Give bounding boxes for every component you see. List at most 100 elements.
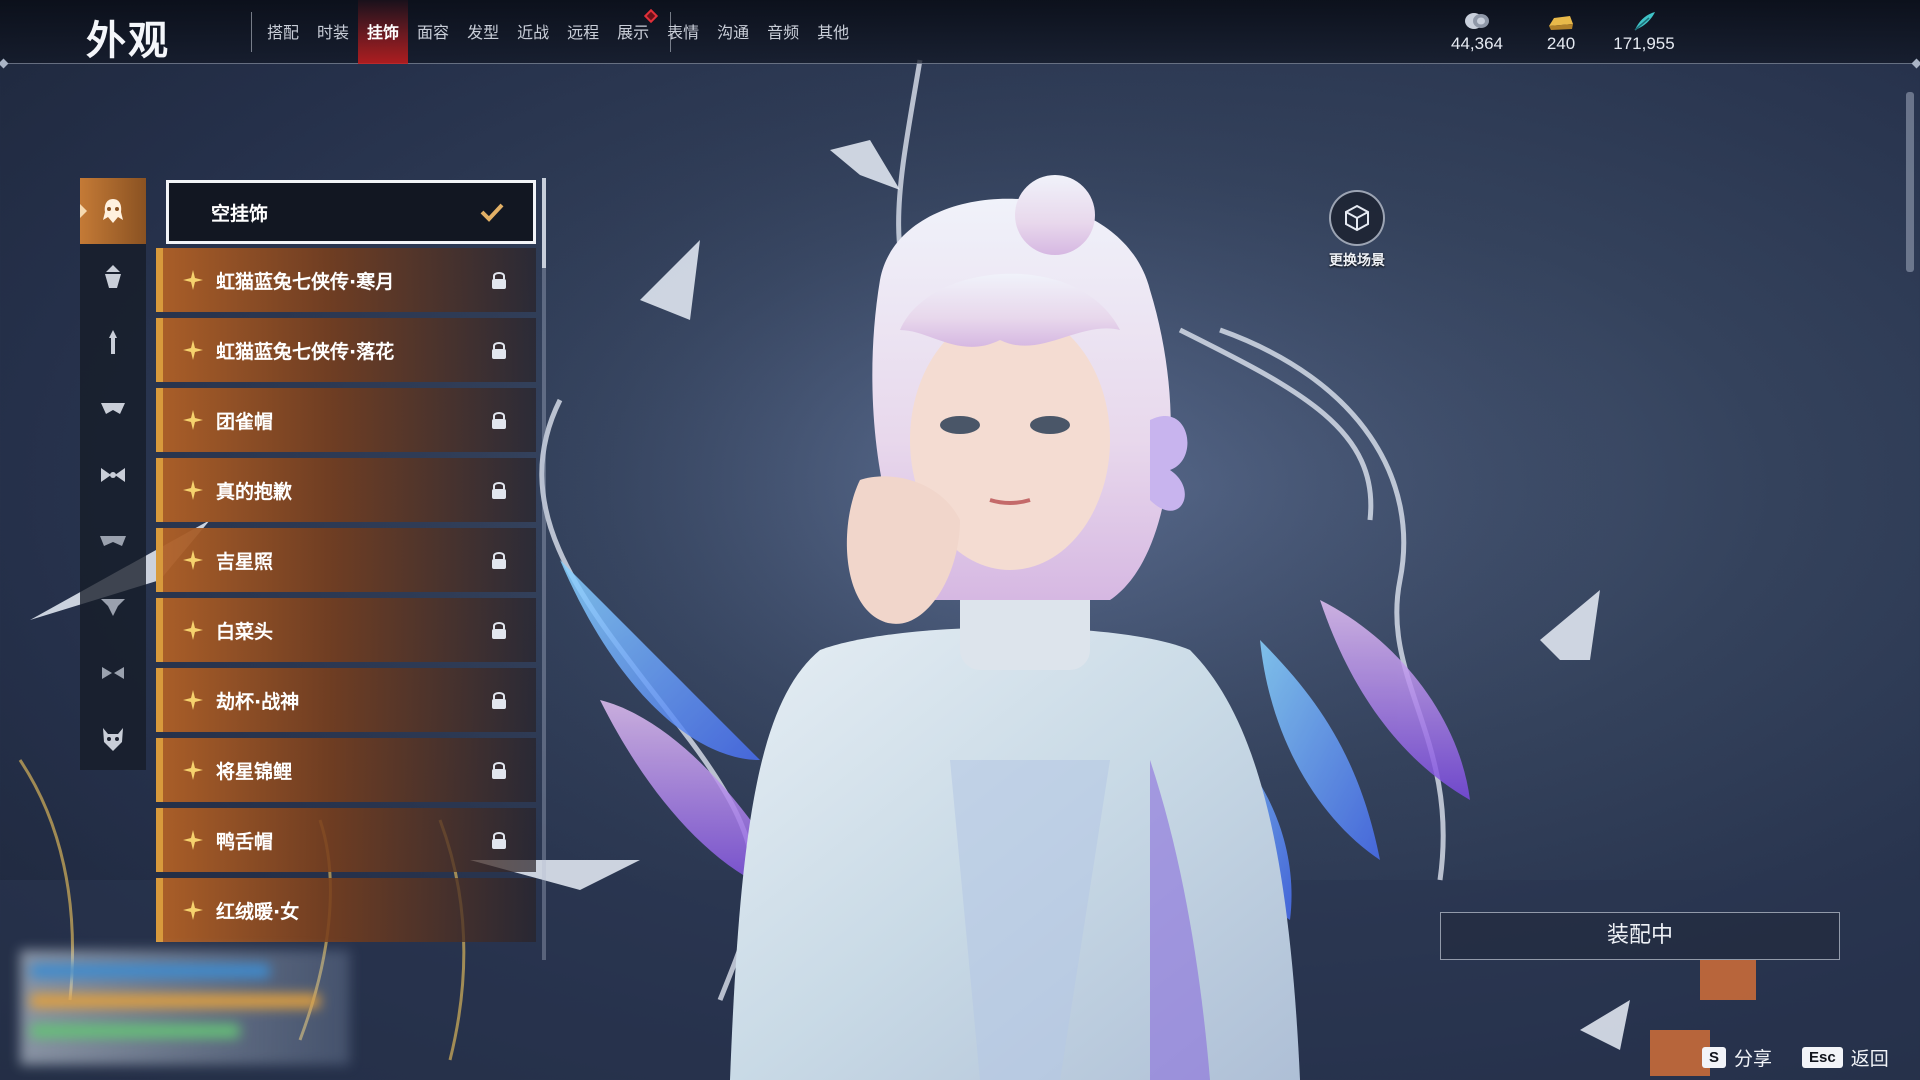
list-item[interactable]: 虹猫蓝兔七侠传·落花 <box>156 318 536 382</box>
category-rail <box>80 178 146 770</box>
category-demon[interactable] <box>80 706 146 772</box>
lock-icon <box>492 762 506 779</box>
page-title: 外观 <box>86 18 170 64</box>
lock-icon <box>492 482 506 499</box>
hairpin-icon <box>109 330 117 354</box>
equip-status-button[interactable]: 装配中 <box>1440 912 1840 960</box>
change-scene-button[interactable]: 更换场景 <box>1320 190 1394 270</box>
item-label: 红绒暖·女 <box>216 900 300 923</box>
new-badge-icon <box>644 8 659 24</box>
sparkle-icon <box>183 830 203 850</box>
category-mask[interactable] <box>80 178 146 244</box>
sparkle-icon <box>183 340 203 360</box>
lock-icon <box>492 412 506 429</box>
tab-dapei[interactable]: 搭配 <box>258 0 308 64</box>
category-face[interactable] <box>80 376 146 442</box>
chat-line <box>30 964 270 978</box>
tab-yuancheng[interactable]: 远程 <box>558 0 608 64</box>
category-hairpin[interactable] <box>80 310 146 376</box>
checkmark-icon <box>480 203 504 222</box>
lock-icon <box>492 552 506 569</box>
nav-separator <box>251 12 252 52</box>
currency-gold: 240 <box>1516 10 1606 54</box>
list-item[interactable]: 白菜头 <box>156 598 536 662</box>
currency-value: 240 <box>1546 34 1576 53</box>
back-hint[interactable]: Esc 返回 <box>1802 1043 1889 1071</box>
tab-faxing[interactable]: 发型 <box>458 0 508 64</box>
jade-feather-icon <box>1634 12 1655 31</box>
ghost-mask-icon <box>103 199 123 223</box>
tab-zhanshi[interactable]: 展示 <box>608 0 659 64</box>
item-label: 空挂饰 <box>211 202 269 225</box>
tab-shizhuang[interactable]: 时装 <box>308 0 358 64</box>
list-item[interactable]: 真的抱歉 <box>156 458 536 522</box>
tab-jinzhan[interactable]: 近战 <box>508 0 558 64</box>
list-item[interactable]: 劫杯·战神 <box>156 668 536 732</box>
item-label: 团雀帽 <box>216 410 274 433</box>
tab-mianrong[interactable]: 面容 <box>408 0 458 64</box>
list-item[interactable]: 团雀帽 <box>156 388 536 452</box>
tab-goutong[interactable]: 沟通 <box>708 0 758 64</box>
scene-button-label: 更换场景 <box>1329 253 1385 269</box>
share-hint[interactable]: S 分享 <box>1702 1043 1772 1071</box>
currency-jade: 171,955 <box>1599 10 1689 54</box>
face-accessory-icon <box>101 403 125 414</box>
tab-guashi[interactable]: 挂饰 <box>358 0 409 64</box>
item-label: 白菜头 <box>216 620 274 643</box>
tab-yinpin[interactable]: 音频 <box>758 0 808 64</box>
item-label: 真的抱歉 <box>216 480 293 503</box>
chat-panel-blurred <box>20 950 350 1065</box>
list-item[interactable]: 将星锦鲤 <box>156 738 536 802</box>
back-label: 返回 <box>1850 1047 1889 1070</box>
list-item[interactable]: 鸭舌帽 <box>156 808 536 872</box>
category-ribbon[interactable] <box>80 508 146 574</box>
currency-value: 171,955 <box>1613 34 1675 53</box>
category-bow[interactable] <box>80 442 146 508</box>
sparkle-icon <box>183 550 203 570</box>
sparkle-icon <box>183 270 203 290</box>
sparkle-icon <box>183 900 203 920</box>
sparkle-icon <box>183 620 203 640</box>
list-item[interactable]: 红绒暖·女 <box>156 878 536 942</box>
nav-tabs: 搭配 时装 挂饰 面容 发型 近战 远程 展示 表情 沟通 音频 其他 <box>258 0 858 64</box>
lock-icon <box>492 342 506 359</box>
lock-icon <box>492 272 506 289</box>
list-scrollbar[interactable] <box>542 178 546 960</box>
list-item[interactable]: 虹猫蓝兔七侠传·寒月 <box>156 248 536 312</box>
preview-scrollbar[interactable] <box>1906 92 1914 272</box>
ribbon-icon <box>100 536 126 546</box>
currency-value: 44,364 <box>1451 34 1503 53</box>
lock-icon <box>492 832 506 849</box>
list-item[interactable]: 吉星照 <box>156 528 536 592</box>
lock-icon <box>492 622 506 639</box>
chat-line <box>30 994 320 1008</box>
bow-icon <box>101 468 125 482</box>
sparkle-icon <box>183 760 203 780</box>
item-label: 劫杯·战神 <box>216 690 300 713</box>
hat-icon <box>105 265 121 288</box>
item-label: 将星锦鲤 <box>216 760 293 783</box>
share-label: 分享 <box>1734 1047 1773 1070</box>
list-scrollbar-thumb[interactable] <box>542 178 546 268</box>
category-back[interactable] <box>80 574 146 640</box>
item-label: 鸭舌帽 <box>216 830 274 853</box>
demon-mask-icon <box>103 728 123 751</box>
tab-biaoqing[interactable]: 表情 <box>658 0 708 64</box>
sparkle-icon <box>183 410 203 430</box>
category-hat[interactable] <box>80 244 146 310</box>
back-accessory-icon <box>101 599 125 616</box>
category-waist[interactable] <box>80 640 146 706</box>
waist-bow-icon <box>102 667 124 679</box>
tab-qita[interactable]: 其他 <box>808 0 858 64</box>
item-label: 虹猫蓝兔七侠传·寒月 <box>216 270 395 293</box>
item-label: 吉星照 <box>216 550 274 573</box>
share-key: S <box>1702 1046 1727 1068</box>
gold-ingot-icon <box>1549 16 1573 30</box>
list-item[interactable]: 空挂饰 <box>166 180 536 244</box>
cube-scene-icon <box>1345 204 1369 232</box>
active-category-indicator <box>80 204 87 218</box>
tab-label: 展示 <box>617 23 650 42</box>
chat-line <box>30 1024 240 1038</box>
sparkle-icon <box>183 480 203 500</box>
accessory-list: 空挂饰 虹猫蓝兔七侠传·寒月 虹猫蓝兔七侠传·落花 团雀帽 真的抱歉 吉星照 白… <box>156 178 536 960</box>
